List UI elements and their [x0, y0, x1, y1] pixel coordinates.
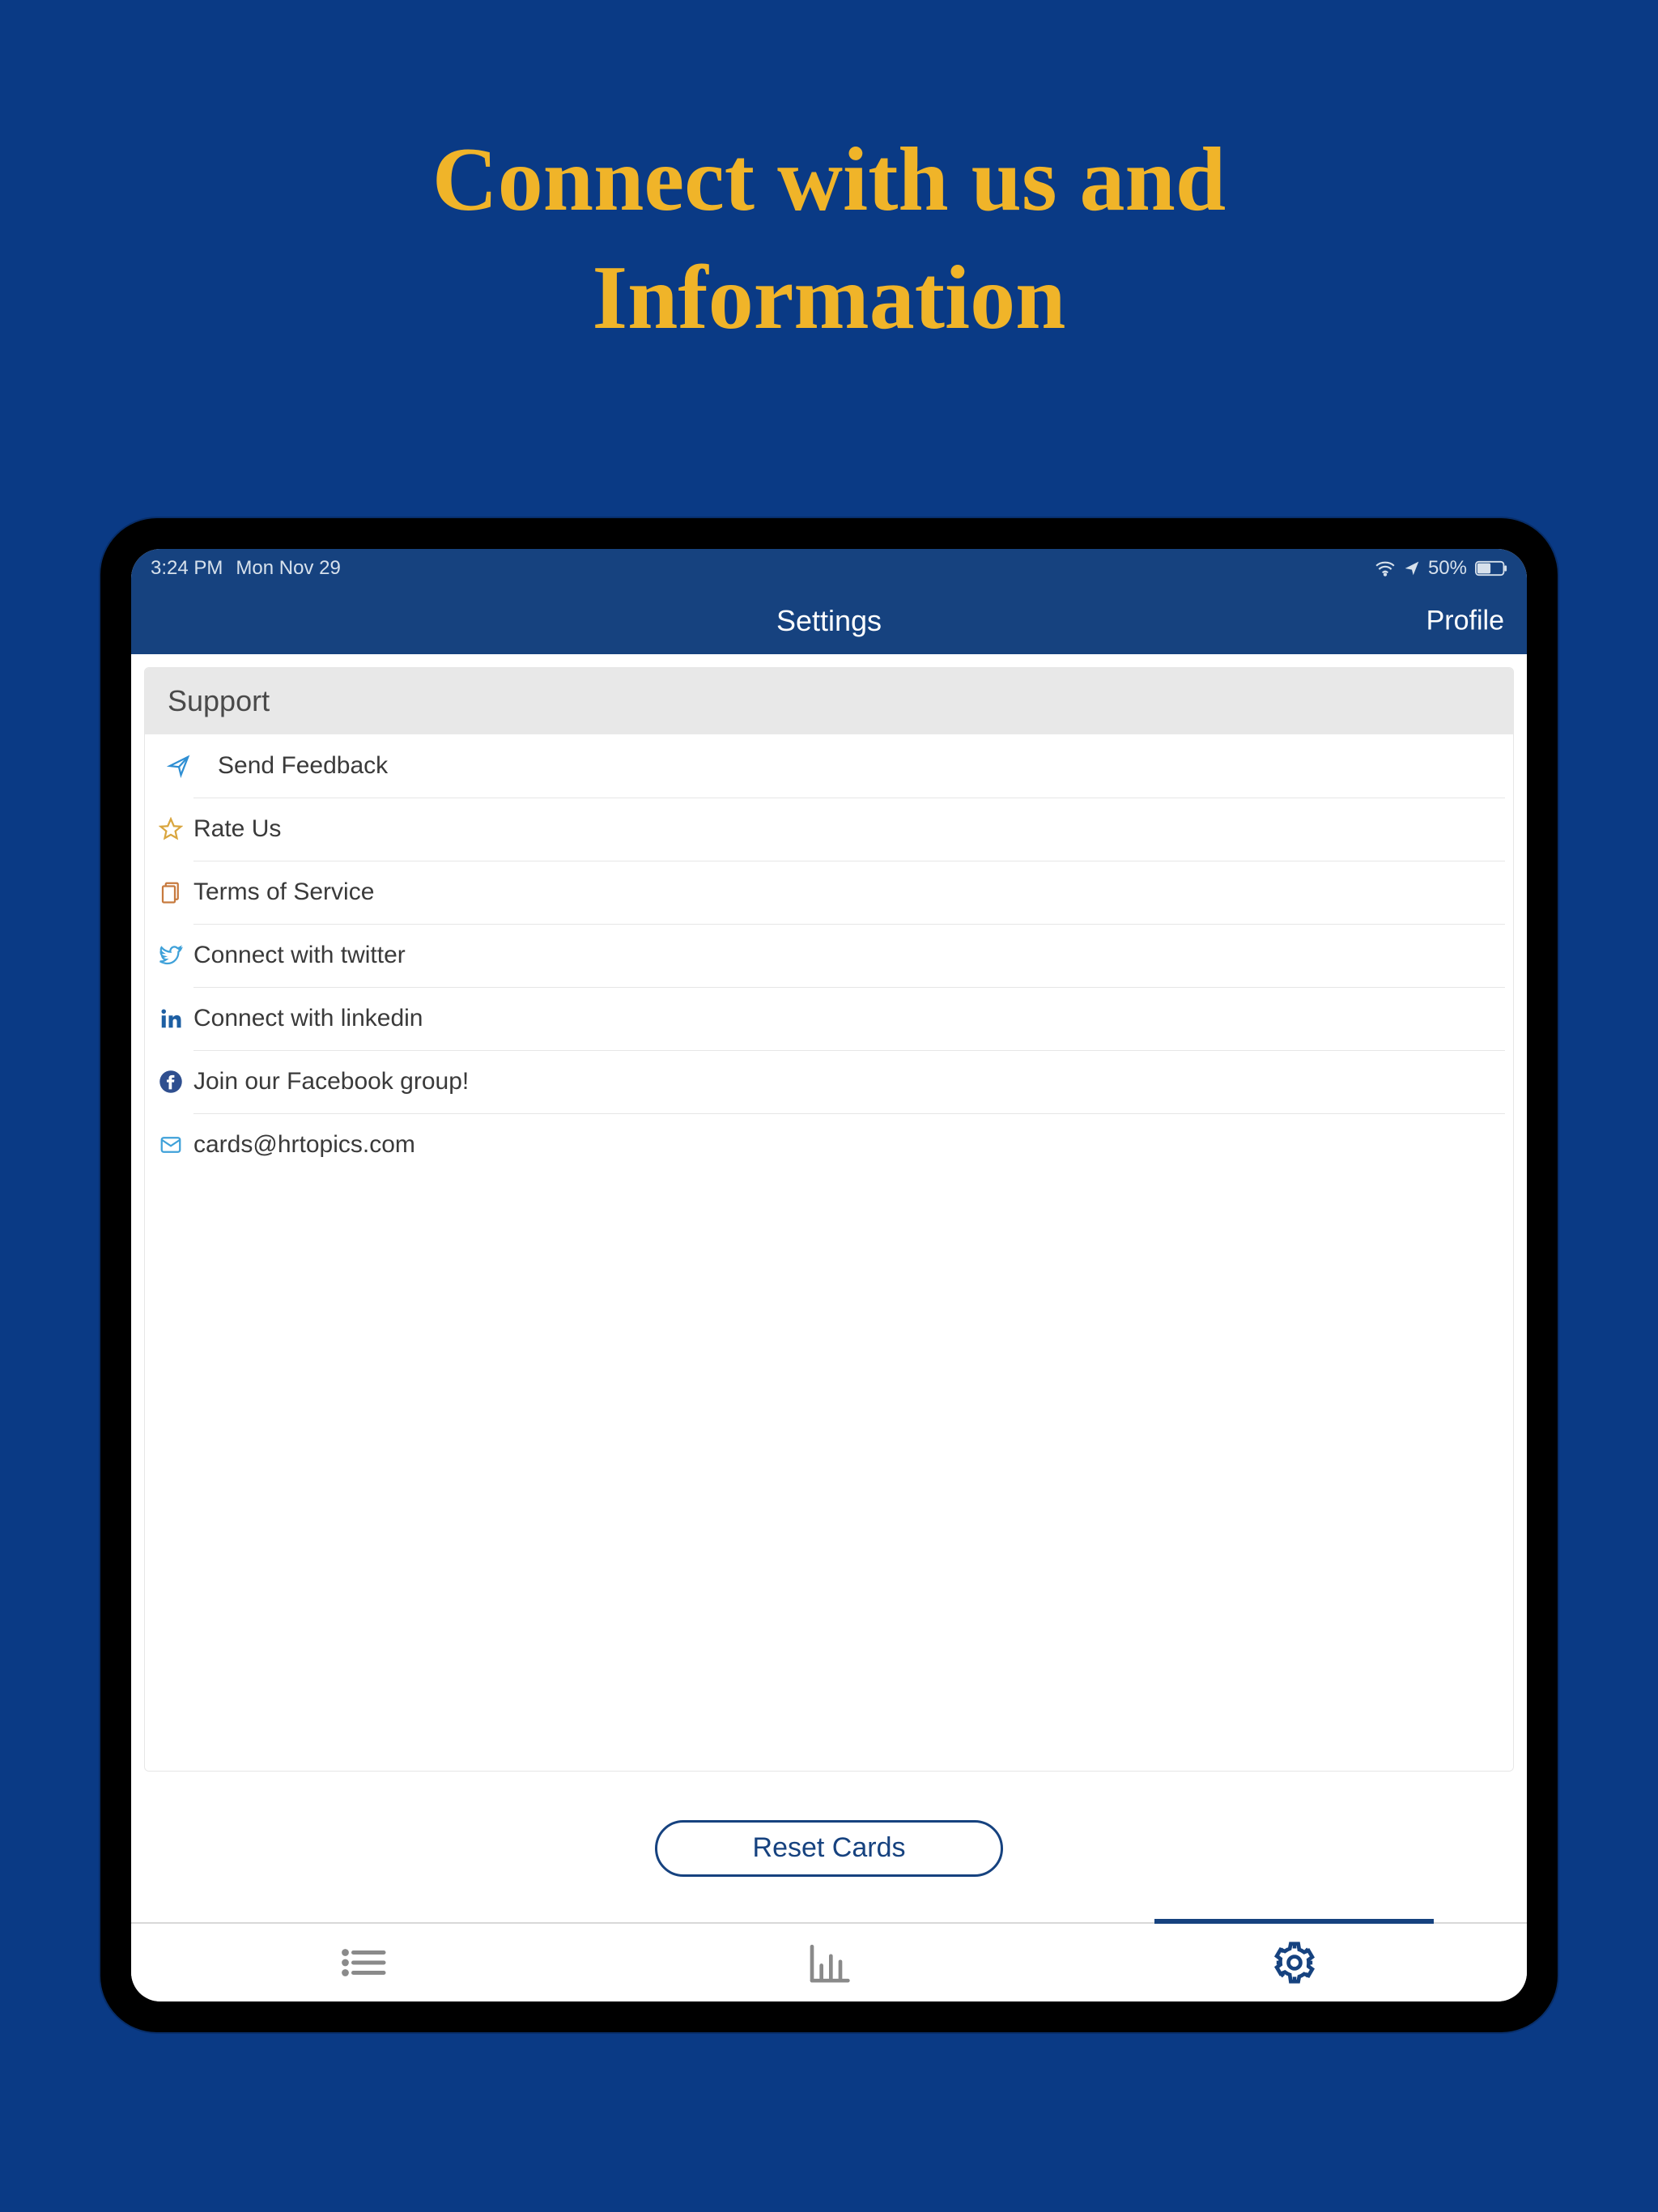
star-icon — [156, 817, 185, 841]
tab-settings[interactable] — [1061, 1924, 1527, 2001]
hero-title: Connect with us and Information — [0, 0, 1658, 357]
support-section: Support Send Feedback Rate Us — [144, 667, 1514, 1772]
profile-button[interactable]: Profile — [1426, 605, 1504, 636]
row-label: Send Feedback — [218, 752, 388, 780]
status-date: Mon Nov 29 — [236, 557, 340, 580]
content: Support Send Feedback Rate Us — [131, 654, 1527, 1922]
row-label: cards@hrtopics.com — [193, 1131, 415, 1159]
row-send-feedback[interactable]: Send Feedback — [148, 734, 1505, 798]
row-email[interactable]: cards@hrtopics.com — [193, 1113, 1505, 1176]
bar-chart-icon — [806, 1942, 852, 1983]
reset-button-label: Reset Cards — [753, 1832, 906, 1864]
hero-line2: Information — [0, 240, 1658, 358]
row-label: Rate Us — [193, 815, 281, 843]
gear-icon — [1272, 1940, 1317, 1985]
row-label: Connect with linkedin — [193, 1005, 423, 1032]
battery-icon — [1475, 560, 1507, 576]
nav-title: Settings — [776, 604, 882, 638]
row-label: Connect with twitter — [193, 942, 406, 969]
list-icon — [339, 1944, 388, 1981]
tab-stats[interactable] — [597, 1924, 1062, 2001]
linkedin-icon — [156, 1006, 185, 1031]
row-terms-of-service[interactable]: Terms of Service — [193, 861, 1505, 924]
mail-icon — [156, 1133, 185, 1157]
row-connect-twitter[interactable]: Connect with twitter — [193, 924, 1505, 987]
paper-plane-icon — [164, 754, 193, 778]
tab-bar — [131, 1922, 1527, 2001]
tablet-frame: 3:24 PM Mon Nov 29 50% — [100, 518, 1558, 2032]
hero-line1: Connect with us and — [0, 121, 1658, 240]
wifi-icon — [1375, 560, 1396, 576]
facebook-icon — [156, 1070, 185, 1094]
battery-percent: 50% — [1428, 557, 1467, 580]
status-bar: 3:24 PM Mon Nov 29 50% — [131, 549, 1527, 588]
row-label: Terms of Service — [193, 878, 374, 906]
twitter-icon — [156, 943, 185, 968]
reset-cards-button[interactable]: Reset Cards — [655, 1820, 1003, 1877]
row-facebook-group[interactable]: Join our Facebook group! — [193, 1050, 1505, 1113]
nav-bar: Settings Profile — [131, 588, 1527, 654]
row-rate-us[interactable]: Rate Us — [193, 798, 1505, 861]
section-header: Support — [145, 668, 1513, 734]
status-time: 3:24 PM — [151, 557, 223, 580]
support-list: Send Feedback Rate Us Terms of Service — [145, 734, 1513, 1771]
tab-list[interactable] — [131, 1924, 597, 2001]
row-connect-linkedin[interactable]: Connect with linkedin — [193, 987, 1505, 1050]
row-label: Join our Facebook group! — [193, 1068, 469, 1095]
document-icon — [156, 880, 185, 904]
screen: 3:24 PM Mon Nov 29 50% — [131, 549, 1527, 2001]
location-icon — [1404, 560, 1420, 576]
